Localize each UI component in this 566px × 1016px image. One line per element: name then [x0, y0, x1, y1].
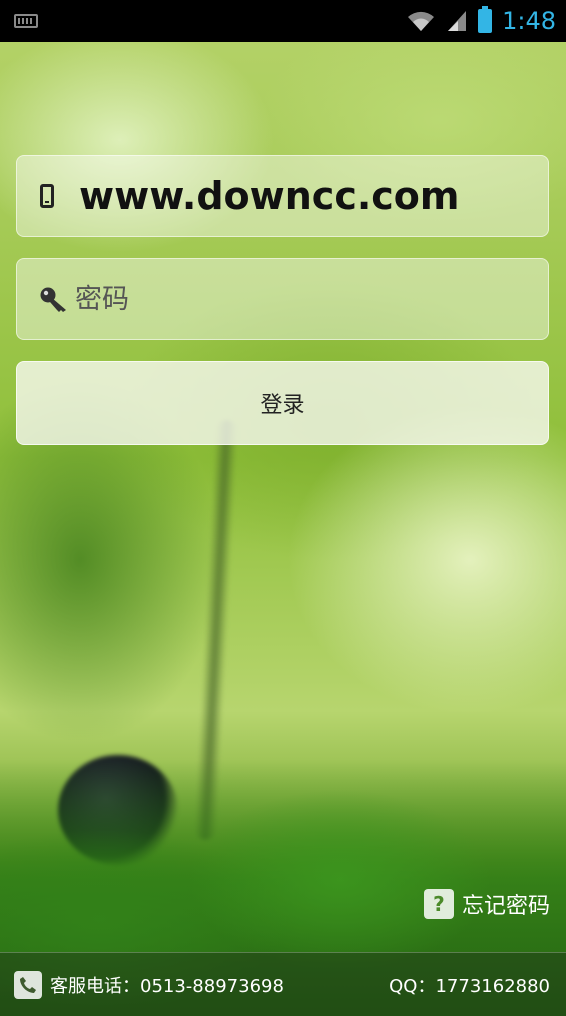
status-clock: 1:48 — [502, 7, 556, 35]
forgot-password-label: 忘记密码 — [461, 894, 550, 919]
wifi-icon — [408, 11, 435, 31]
forgot-password-link[interactable]: ? 忘记密码 — [423, 888, 550, 920]
status-bar: 1:48 — [0, 0, 566, 42]
phone-field[interactable] — [16, 155, 549, 237]
background-image — [0, 0, 566, 1016]
phone-icon — [40, 184, 54, 208]
phone-handset-icon — [14, 971, 42, 999]
key-icon — [40, 287, 66, 312]
phone-input[interactable] — [77, 165, 541, 227]
password-input[interactable] — [73, 268, 537, 330]
login-button[interactable]: 登录 — [16, 361, 549, 445]
signal-icon — [448, 11, 467, 31]
help-icon: ? — [423, 889, 454, 919]
footer: 客服电话：0513-88973698 QQ：1773162880 — [0, 952, 566, 1016]
battery-icon — [478, 6, 493, 33]
keyboard-icon — [14, 14, 38, 28]
password-field[interactable] — [16, 258, 549, 340]
service-phone-text: 客服电话：0513-88973698 — [50, 976, 284, 997]
qq-text: QQ：1773162880 — [389, 976, 550, 997]
